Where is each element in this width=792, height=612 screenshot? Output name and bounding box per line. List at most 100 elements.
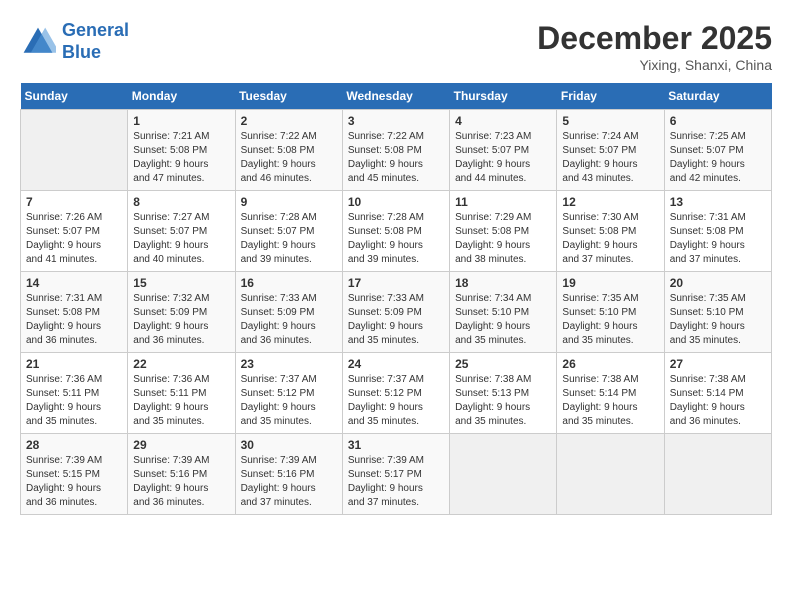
calendar-cell: 21Sunrise: 7:36 AM Sunset: 5:11 PM Dayli… (21, 353, 128, 434)
day-number: 18 (455, 276, 551, 290)
calendar-cell: 30Sunrise: 7:39 AM Sunset: 5:16 PM Dayli… (235, 434, 342, 515)
calendar-cell: 11 Sunrise: 7:29 AM Sunset: 5:08 PM Dayli… (450, 191, 557, 272)
day-info: Sunrise: 7:31 AM Sunset: 5:08 PM Dayligh… (26, 292, 122, 348)
calendar-cell: 22 Sunrise: 7:36 AM Sunset: 5:11 PM Dayli… (128, 353, 235, 434)
day-number: 1 (133, 114, 229, 128)
day-info: Sunrise: 7:29 AM Sunset: 5:08 PM Dayligh… (455, 211, 551, 267)
header-friday: Friday (557, 83, 664, 110)
day-number: 5 (562, 114, 658, 128)
header-sunday: Sunday (21, 83, 128, 110)
day-number: 6 (670, 114, 766, 128)
calendar-cell (450, 434, 557, 515)
calendar-cell (21, 110, 128, 191)
logo-line1: General (62, 20, 129, 40)
calendar-cell: 2Sunrise: 7:22 AM Sunset: 5:08 PM Daylig… (235, 110, 342, 191)
header-tuesday: Tuesday (235, 83, 342, 110)
day-info: Sunrise: 7:37 AM Sunset: 5:12 PM Dayligh… (241, 373, 337, 429)
day-info: Sunrise: 7:39 AM Sunset: 5:16 PM Dayligh… (241, 454, 337, 510)
week-row-2: 7 Sunrise: 7:26 AM Sunset: 5:07 PM Daylig… (21, 191, 772, 272)
day-info: Sunrise: 7:36 AM Sunset: 5:11 PM Dayligh… (133, 373, 229, 429)
day-number: 25 (455, 357, 551, 371)
day-info: Sunrise: 7:39 AM Sunset: 5:17 PM Dayligh… (348, 454, 444, 510)
day-number: 29 (133, 438, 229, 452)
day-info: Sunrise: 7:38 AM Sunset: 5:13 PM Dayligh… (455, 373, 551, 429)
calendar-cell: 17 Sunrise: 7:33 AM Sunset: 5:09 PM Dayli… (342, 272, 449, 353)
day-number: 9 (241, 195, 337, 209)
calendar-cell: 20Sunrise: 7:35 AM Sunset: 5:10 PM Dayli… (664, 272, 771, 353)
calendar-cell: 15 Sunrise: 7:32 AM Sunset: 5:09 PM Dayli… (128, 272, 235, 353)
calendar-cell: 6 Sunrise: 7:25 AM Sunset: 5:07 PM Daylig… (664, 110, 771, 191)
day-number: 31 (348, 438, 444, 452)
day-info: Sunrise: 7:35 AM Sunset: 5:10 PM Dayligh… (670, 292, 766, 348)
calendar-cell: 24Sunrise: 7:37 AM Sunset: 5:12 PM Dayli… (342, 353, 449, 434)
month-title: December 2025 (537, 20, 772, 57)
calendar-cell: 29Sunrise: 7:39 AM Sunset: 5:16 PM Dayli… (128, 434, 235, 515)
day-info: Sunrise: 7:22 AM Sunset: 5:08 PM Dayligh… (348, 130, 444, 186)
logo-line2: Blue (62, 42, 101, 62)
day-info: Sunrise: 7:38 AM Sunset: 5:14 PM Dayligh… (562, 373, 658, 429)
week-row-5: 28Sunrise: 7:39 AM Sunset: 5:15 PM Dayli… (21, 434, 772, 515)
logo-icon (20, 24, 56, 60)
calendar-cell (664, 434, 771, 515)
calendar-cell: 23Sunrise: 7:37 AM Sunset: 5:12 PM Dayli… (235, 353, 342, 434)
calendar-cell: 28Sunrise: 7:39 AM Sunset: 5:15 PM Dayli… (21, 434, 128, 515)
calendar-cell: 19 Sunrise: 7:35 AM Sunset: 5:10 PM Dayli… (557, 272, 664, 353)
calendar-cell: 7 Sunrise: 7:26 AM Sunset: 5:07 PM Daylig… (21, 191, 128, 272)
day-info: Sunrise: 7:27 AM Sunset: 5:07 PM Dayligh… (133, 211, 229, 267)
day-info: Sunrise: 7:26 AM Sunset: 5:07 PM Dayligh… (26, 211, 122, 267)
week-row-3: 14 Sunrise: 7:31 AM Sunset: 5:08 PM Dayli… (21, 272, 772, 353)
header-monday: Monday (128, 83, 235, 110)
calendar-cell: 8 Sunrise: 7:27 AM Sunset: 5:07 PM Daylig… (128, 191, 235, 272)
day-number: 12 (562, 195, 658, 209)
day-info: Sunrise: 7:31 AM Sunset: 5:08 PM Dayligh… (670, 211, 766, 267)
calendar-header-row: SundayMondayTuesdayWednesdayThursdayFrid… (21, 83, 772, 110)
day-number: 3 (348, 114, 444, 128)
header-saturday: Saturday (664, 83, 771, 110)
week-row-4: 21 Sunrise: 7:36 AM Sunset: 5:11 PM Dayli… (21, 353, 772, 434)
calendar-cell: 1Sunrise: 7:21 AM Sunset: 5:08 PM Daylig… (128, 110, 235, 191)
day-number: 21 (26, 357, 122, 371)
day-info: Sunrise: 7:35 AM Sunset: 5:10 PM Dayligh… (562, 292, 658, 348)
day-number: 16 (241, 276, 337, 290)
day-info: Sunrise: 7:37 AM Sunset: 5:12 PM Dayligh… (348, 373, 444, 429)
day-info: Sunrise: 7:24 AM Sunset: 5:07 PM Dayligh… (562, 130, 658, 186)
day-info: Sunrise: 7:34 AM Sunset: 5:10 PM Dayligh… (455, 292, 551, 348)
logo: General Blue (20, 20, 129, 63)
title-block: December 2025 Yixing, Shanxi, China (537, 20, 772, 73)
calendar-cell: 5 Sunrise: 7:24 AM Sunset: 5:07 PM Daylig… (557, 110, 664, 191)
day-number: 19 (562, 276, 658, 290)
calendar-cell (557, 434, 664, 515)
day-number: 22 (133, 357, 229, 371)
day-info: Sunrise: 7:38 AM Sunset: 5:14 PM Dayligh… (670, 373, 766, 429)
day-info: Sunrise: 7:33 AM Sunset: 5:09 PM Dayligh… (348, 292, 444, 348)
calendar-cell: 12 Sunrise: 7:30 AM Sunset: 5:08 PM Dayli… (557, 191, 664, 272)
day-info: Sunrise: 7:25 AM Sunset: 5:07 PM Dayligh… (670, 130, 766, 186)
day-info: Sunrise: 7:28 AM Sunset: 5:07 PM Dayligh… (241, 211, 337, 267)
day-number: 2 (241, 114, 337, 128)
day-info: Sunrise: 7:39 AM Sunset: 5:15 PM Dayligh… (26, 454, 122, 510)
day-number: 11 (455, 195, 551, 209)
week-row-1: 1Sunrise: 7:21 AM Sunset: 5:08 PM Daylig… (21, 110, 772, 191)
day-number: 15 (133, 276, 229, 290)
day-number: 8 (133, 195, 229, 209)
calendar-cell: 25 Sunrise: 7:38 AM Sunset: 5:13 PM Dayli… (450, 353, 557, 434)
day-number: 13 (670, 195, 766, 209)
day-number: 27 (670, 357, 766, 371)
header-thursday: Thursday (450, 83, 557, 110)
calendar-cell: 10Sunrise: 7:28 AM Sunset: 5:08 PM Dayli… (342, 191, 449, 272)
header-wednesday: Wednesday (342, 83, 449, 110)
calendar-cell: 31 Sunrise: 7:39 AM Sunset: 5:17 PM Dayli… (342, 434, 449, 515)
day-number: 7 (26, 195, 122, 209)
day-info: Sunrise: 7:32 AM Sunset: 5:09 PM Dayligh… (133, 292, 229, 348)
day-number: 4 (455, 114, 551, 128)
calendar-cell: 16Sunrise: 7:33 AM Sunset: 5:09 PM Dayli… (235, 272, 342, 353)
calendar-cell: 18 Sunrise: 7:34 AM Sunset: 5:10 PM Dayli… (450, 272, 557, 353)
day-info: Sunrise: 7:23 AM Sunset: 5:07 PM Dayligh… (455, 130, 551, 186)
day-number: 14 (26, 276, 122, 290)
day-number: 26 (562, 357, 658, 371)
calendar-cell: 9 Sunrise: 7:28 AM Sunset: 5:07 PM Daylig… (235, 191, 342, 272)
day-info: Sunrise: 7:30 AM Sunset: 5:08 PM Dayligh… (562, 211, 658, 267)
calendar-cell: 14 Sunrise: 7:31 AM Sunset: 5:08 PM Dayli… (21, 272, 128, 353)
day-number: 17 (348, 276, 444, 290)
day-number: 10 (348, 195, 444, 209)
